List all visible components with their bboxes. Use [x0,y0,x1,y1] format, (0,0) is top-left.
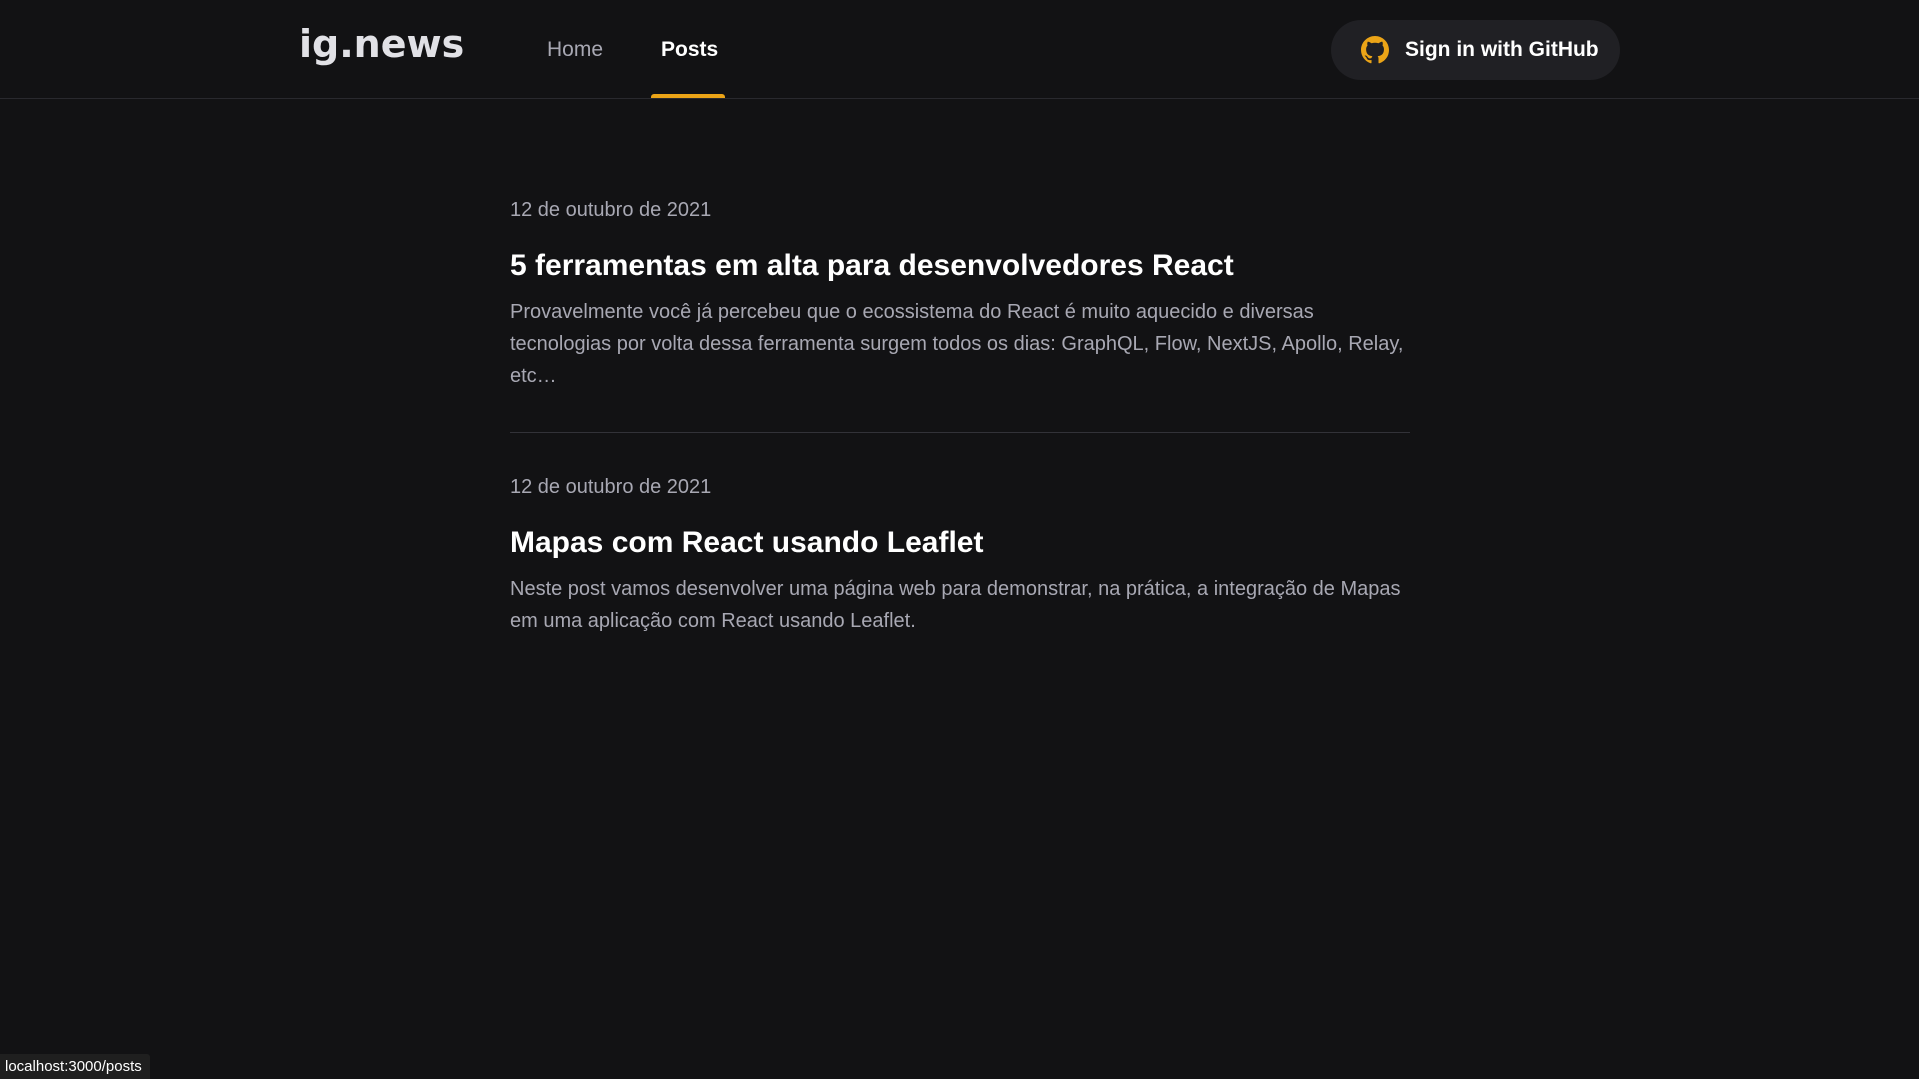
post-item[interactable]: 12 de outubro de 2021 5 ferramentas em a… [510,196,1410,392]
github-icon [1361,36,1389,64]
post-excerpt: Provavelmente você já percebeu que o eco… [510,301,1404,387]
post-excerpt: Neste post vamos desenvolver uma página … [510,578,1401,632]
site-header: ig.news Home Posts Sign in with GitHub [0,0,1919,99]
posts-list: 12 de outubro de 2021 5 ferramentas em a… [510,196,1410,637]
post-title[interactable]: Mapas com React usando Leaflet [510,523,1410,563]
post-item[interactable]: 12 de outubro de 2021 Mapas com React us… [510,473,1410,637]
nav-link-home[interactable]: Home [547,38,603,62]
sign-in-github-button[interactable]: Sign in with GitHub [1331,20,1620,80]
browser-status-url: localhost:3000/posts [0,1054,150,1079]
post-divider [510,432,1410,433]
nav-link-posts[interactable]: Posts [661,38,718,62]
site-logo[interactable]: ig.news [299,22,464,66]
sign-in-label: Sign in with GitHub [1405,38,1599,61]
active-nav-indicator [651,94,725,98]
post-date: 12 de outubro de 2021 [510,199,712,221]
post-date: 12 de outubro de 2021 [510,476,712,498]
post-title[interactable]: 5 ferramentas em alta para desenvolvedor… [510,246,1410,286]
